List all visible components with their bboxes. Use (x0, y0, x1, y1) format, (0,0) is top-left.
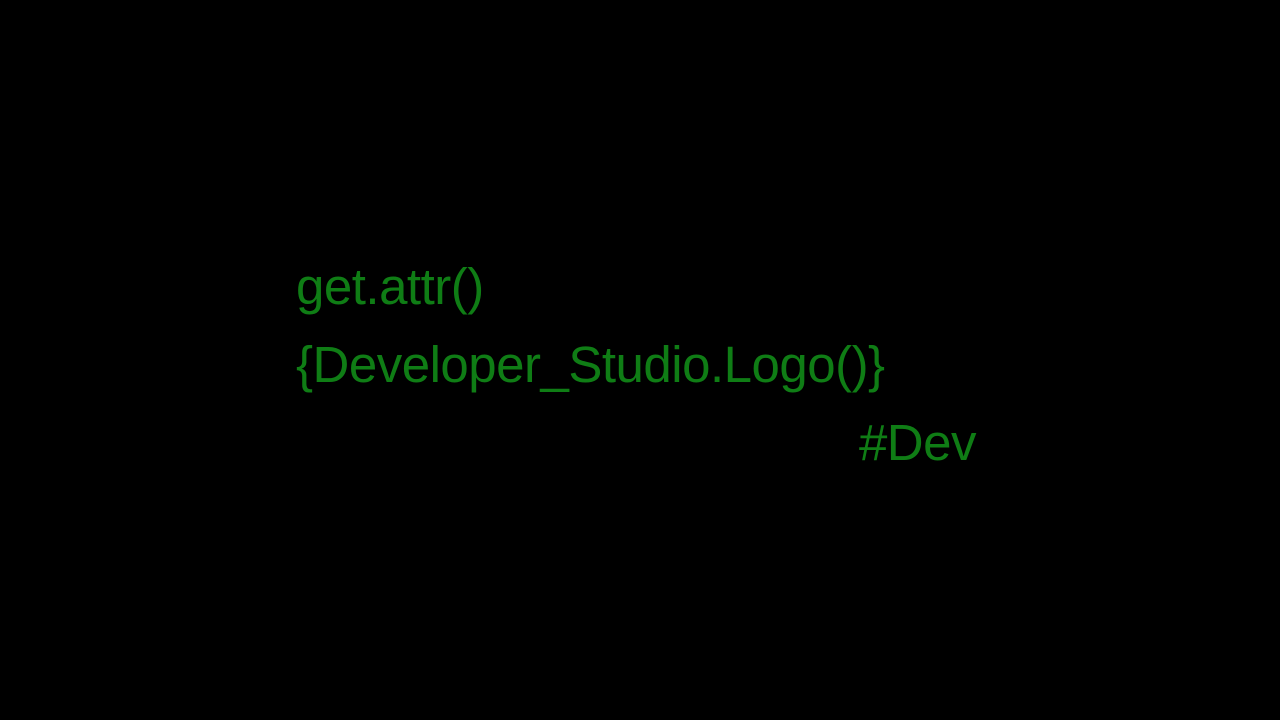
code-line-dev-hashtag: #Dev (858, 414, 977, 471)
code-line-developer-studio-logo: {Developer_Studio.Logo()} (296, 336, 885, 393)
code-text-block: get.attr() {Developer_Studio.Logo()} #De… (296, 248, 986, 482)
code-line-get-attr: get.attr() (296, 258, 484, 315)
slide-canvas: get.attr() {Developer_Studio.Logo()} #De… (0, 0, 1280, 720)
